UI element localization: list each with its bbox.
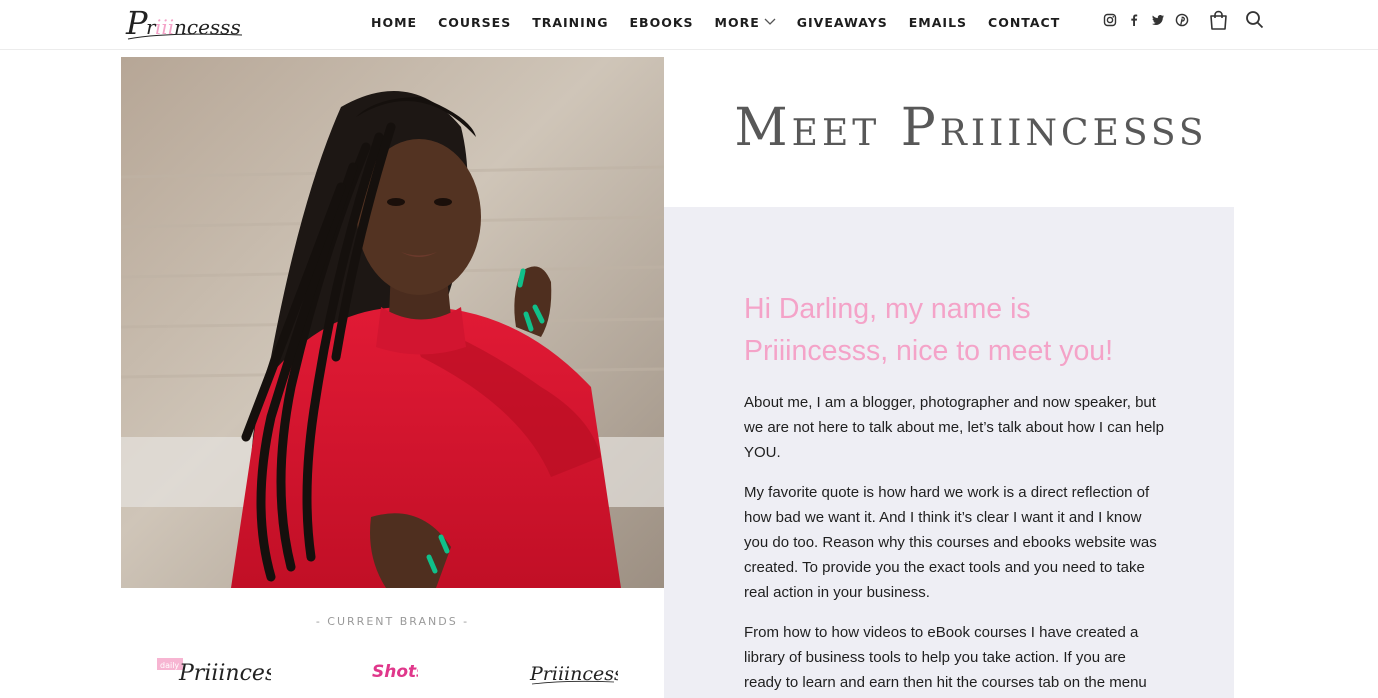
brand-logo-daily-tag: daily <box>160 661 179 670</box>
nav-contact[interactable]: CONTACT <box>988 15 1060 30</box>
brands-heading: - CURRENT BRANDS - <box>315 615 470 628</box>
main-nav: HOME COURSES TRAINING EBOOKS MORE GIVEAW… <box>371 13 1060 31</box>
nav-giveaways[interactable]: GIVEAWAYS <box>797 15 888 30</box>
brand-logo-priiincesss[interactable]: Priiincesss <box>528 650 618 688</box>
nav-emails[interactable]: EMAILS <box>909 15 967 30</box>
search-icon[interactable] <box>1245 10 1264 29</box>
nav-more[interactable]: MORE <box>715 15 776 30</box>
brand-logo-daily-priiincesss[interactable]: daily Priiincesss <box>155 650 271 688</box>
facebook-icon[interactable] <box>1127 13 1141 27</box>
brand-logo-shots-text: Shots <box>372 662 418 682</box>
chevron-down-icon <box>764 18 776 25</box>
greeting-heading: Hi Darling, my name is Priiincesss, nice… <box>744 293 1114 367</box>
nav-training[interactable]: TRAINING <box>532 15 608 30</box>
site-header: P r iii ncesss HOME COURSES TRAINING EBO… <box>0 0 1378 50</box>
brand-logo-daily-text: Priiincesss <box>178 661 271 686</box>
nav-ebooks[interactable]: EBOOKS <box>630 15 694 30</box>
about-paragraph-3: From how to how videos to eBook courses … <box>744 624 1147 691</box>
page-title: Meet Priiincesss <box>734 98 1208 158</box>
brand-logo-shots[interactable]: Shots <box>370 650 418 688</box>
site-logo[interactable]: P r iii ncesss <box>124 2 248 42</box>
twitter-icon[interactable] <box>1151 13 1165 27</box>
svg-text:ncesss: ncesss <box>174 15 241 39</box>
pinterest-icon[interactable] <box>1175 13 1189 27</box>
nav-home[interactable]: HOME <box>371 15 417 30</box>
social-links <box>1103 13 1199 27</box>
about-paragraph-1: About me, I am a blogger, photographer a… <box>744 394 1164 461</box>
instagram-icon[interactable] <box>1103 13 1117 27</box>
profile-photo <box>121 57 664 588</box>
about-paragraph-2: My favorite quote is how hard we work is… <box>744 484 1157 601</box>
nav-more-label: MORE <box>714 14 760 30</box>
shopping-bag-icon[interactable] <box>1208 10 1229 31</box>
nav-courses[interactable]: COURSES <box>438 15 511 30</box>
about-panel: Hi Darling, my name is Priiincesss, nice… <box>664 207 1234 698</box>
